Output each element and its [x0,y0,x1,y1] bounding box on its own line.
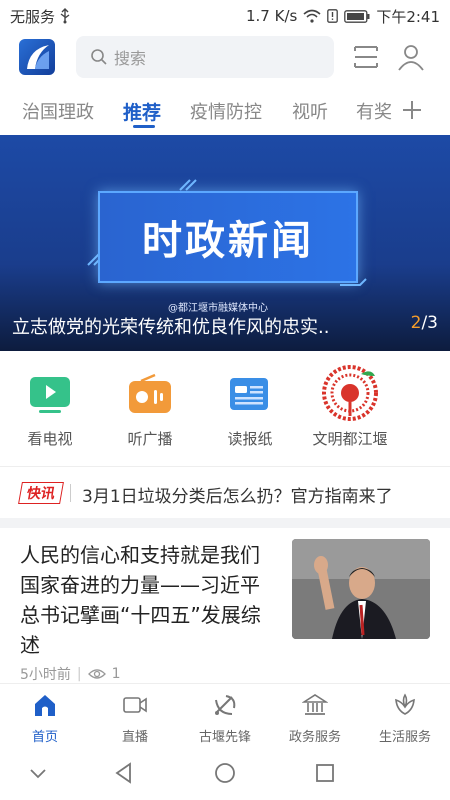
bottom-tab-pioneer[interactable]: 古堰先锋 [180,690,270,745]
bottom-tab-home-label: 首页 [31,730,58,745]
banner-title-card: 时政新闻 [98,191,358,283]
quick-link-newspaper-label: 读报纸 [227,430,273,448]
app-header: 搜索 [0,32,450,84]
section-divider [0,466,450,467]
tv-icon [27,372,73,418]
channel-tabs: 治国理政 推荐 疫情防控 视听 有奖 [0,92,450,132]
bottom-tab-life-label: 生活服务 [378,730,431,745]
quick-link-newspaper[interactable]: 读报纸 [200,360,300,449]
article-meta: 5小时前 | 1 [20,664,121,684]
home-circle-icon[interactable] [213,761,237,785]
radio-icon [127,372,173,418]
tab-epidemic[interactable]: 疫情防控 [190,98,262,124]
article-card[interactable]: 人民的信心和支持就是我们国家奋进的力量——习近平总书记擘画“十四五”发展综述 5… [0,528,450,683]
usb-icon [60,8,70,24]
video-camera-icon [123,697,147,713]
banner-caption: 立志做党的光荣传统和优良作风的忠实.. [12,317,330,338]
article-photo-image [292,539,430,639]
news-flash-bar[interactable]: 快讯 3月1日垃圾分类后怎么扔？官方指南来了 [0,472,450,514]
battery-icon [344,9,370,23]
status-left: 无服务 [10,6,71,27]
system-nav-bar [0,745,450,800]
quick-link-civilization-label: 文明都江堰 [312,430,388,448]
search-icon [91,49,107,65]
party-emblem-icon [215,695,236,715]
menu-icon[interactable] [351,42,381,72]
article-thumbnail[interactable] [292,539,430,639]
home-icon [35,695,55,716]
views-eye-icon [87,669,106,679]
flash-headline[interactable]: 3月1日垃圾分类后怎么扔？官方指南来了 [82,482,393,507]
quick-link-tv[interactable]: 看电视 [0,360,100,449]
quick-link-civilization[interactable]: 文明都江堰 [300,360,400,449]
collapse-chevron-icon[interactable] [26,761,50,785]
tab-rewards[interactable]: 有奖 [356,98,392,124]
carrier-text: 无服务 [10,7,56,26]
tab-governance[interactable]: 治国理政 [22,98,94,124]
wifi-icon [303,9,321,23]
tab-recommended[interactable]: 推荐 [123,98,161,125]
quick-link-radio-label: 听广播 [127,430,173,448]
status-bar: 无服务 1.7 K/s 下午2:41 [0,0,450,32]
civilization-logo-icon [321,364,379,422]
recents-square-icon[interactable] [313,761,337,785]
pager-current: 2 [410,313,422,333]
banner-source: @都江堰市融媒体中心 [168,303,268,314]
clock-text: 下午2:41 [376,7,440,26]
bottom-tab-government[interactable]: 政务服务 [270,690,360,745]
article-views: 1 [111,666,121,682]
quick-link-tv-label: 看电视 [27,430,73,448]
sim-alert-icon [327,9,339,23]
quick-links: 看电视 听广播 读报纸 文明都江堰 [0,360,450,460]
bottom-tab-live-label: 直播 [121,730,148,745]
flash-separator [70,484,71,502]
banner-pager: 2/3 [411,313,438,333]
active-tab-indicator [133,125,155,128]
network-speed: 1.7 K/s [245,7,298,25]
lotus-icon [395,693,415,715]
article-time: 5小时前 [20,667,71,683]
bottom-tab-pioneer-label: 古堰先锋 [198,730,251,745]
status-right: 1.7 K/s 下午2:41 [246,6,440,27]
bottom-tab-home[interactable]: 首页 [0,690,90,745]
bottom-tab-life[interactable]: 生活服务 [360,690,450,745]
bottom-tab-live[interactable]: 直播 [90,690,180,745]
article-title[interactable]: 人民的信心和支持就是我们国家奋进的力量——习近平总书记擘画“十四五”发展综述 [20,540,270,660]
bottom-tab-bar: 首页 直播 古堰先锋 政务服务 生活服务 [0,683,450,745]
newspaper-icon [227,372,273,418]
government-building-icon [301,694,329,715]
back-triangle-icon[interactable] [112,761,136,785]
search-placeholder: 搜索 [114,49,147,68]
pager-total: /3 [421,313,438,333]
add-channel-icon[interactable] [402,100,422,120]
quick-link-radio[interactable]: 听广播 [100,360,200,449]
bottom-tab-government-label: 政务服务 [288,730,341,745]
app-logo[interactable] [19,39,55,75]
section-gap [0,518,450,528]
headline-banner[interactable]: 时政新闻 @都江堰市融媒体中心 立志做党的光荣传统和优良作风的忠实.. 2/3 [0,135,450,351]
meta-separator: | [76,666,82,682]
app-logo-icon [27,45,49,69]
flash-badge: 快讯 [18,482,64,504]
search-bar[interactable]: 搜索 [76,36,334,78]
tab-audio-video[interactable]: 视听 [292,98,328,124]
user-profile-icon[interactable] [396,42,426,72]
